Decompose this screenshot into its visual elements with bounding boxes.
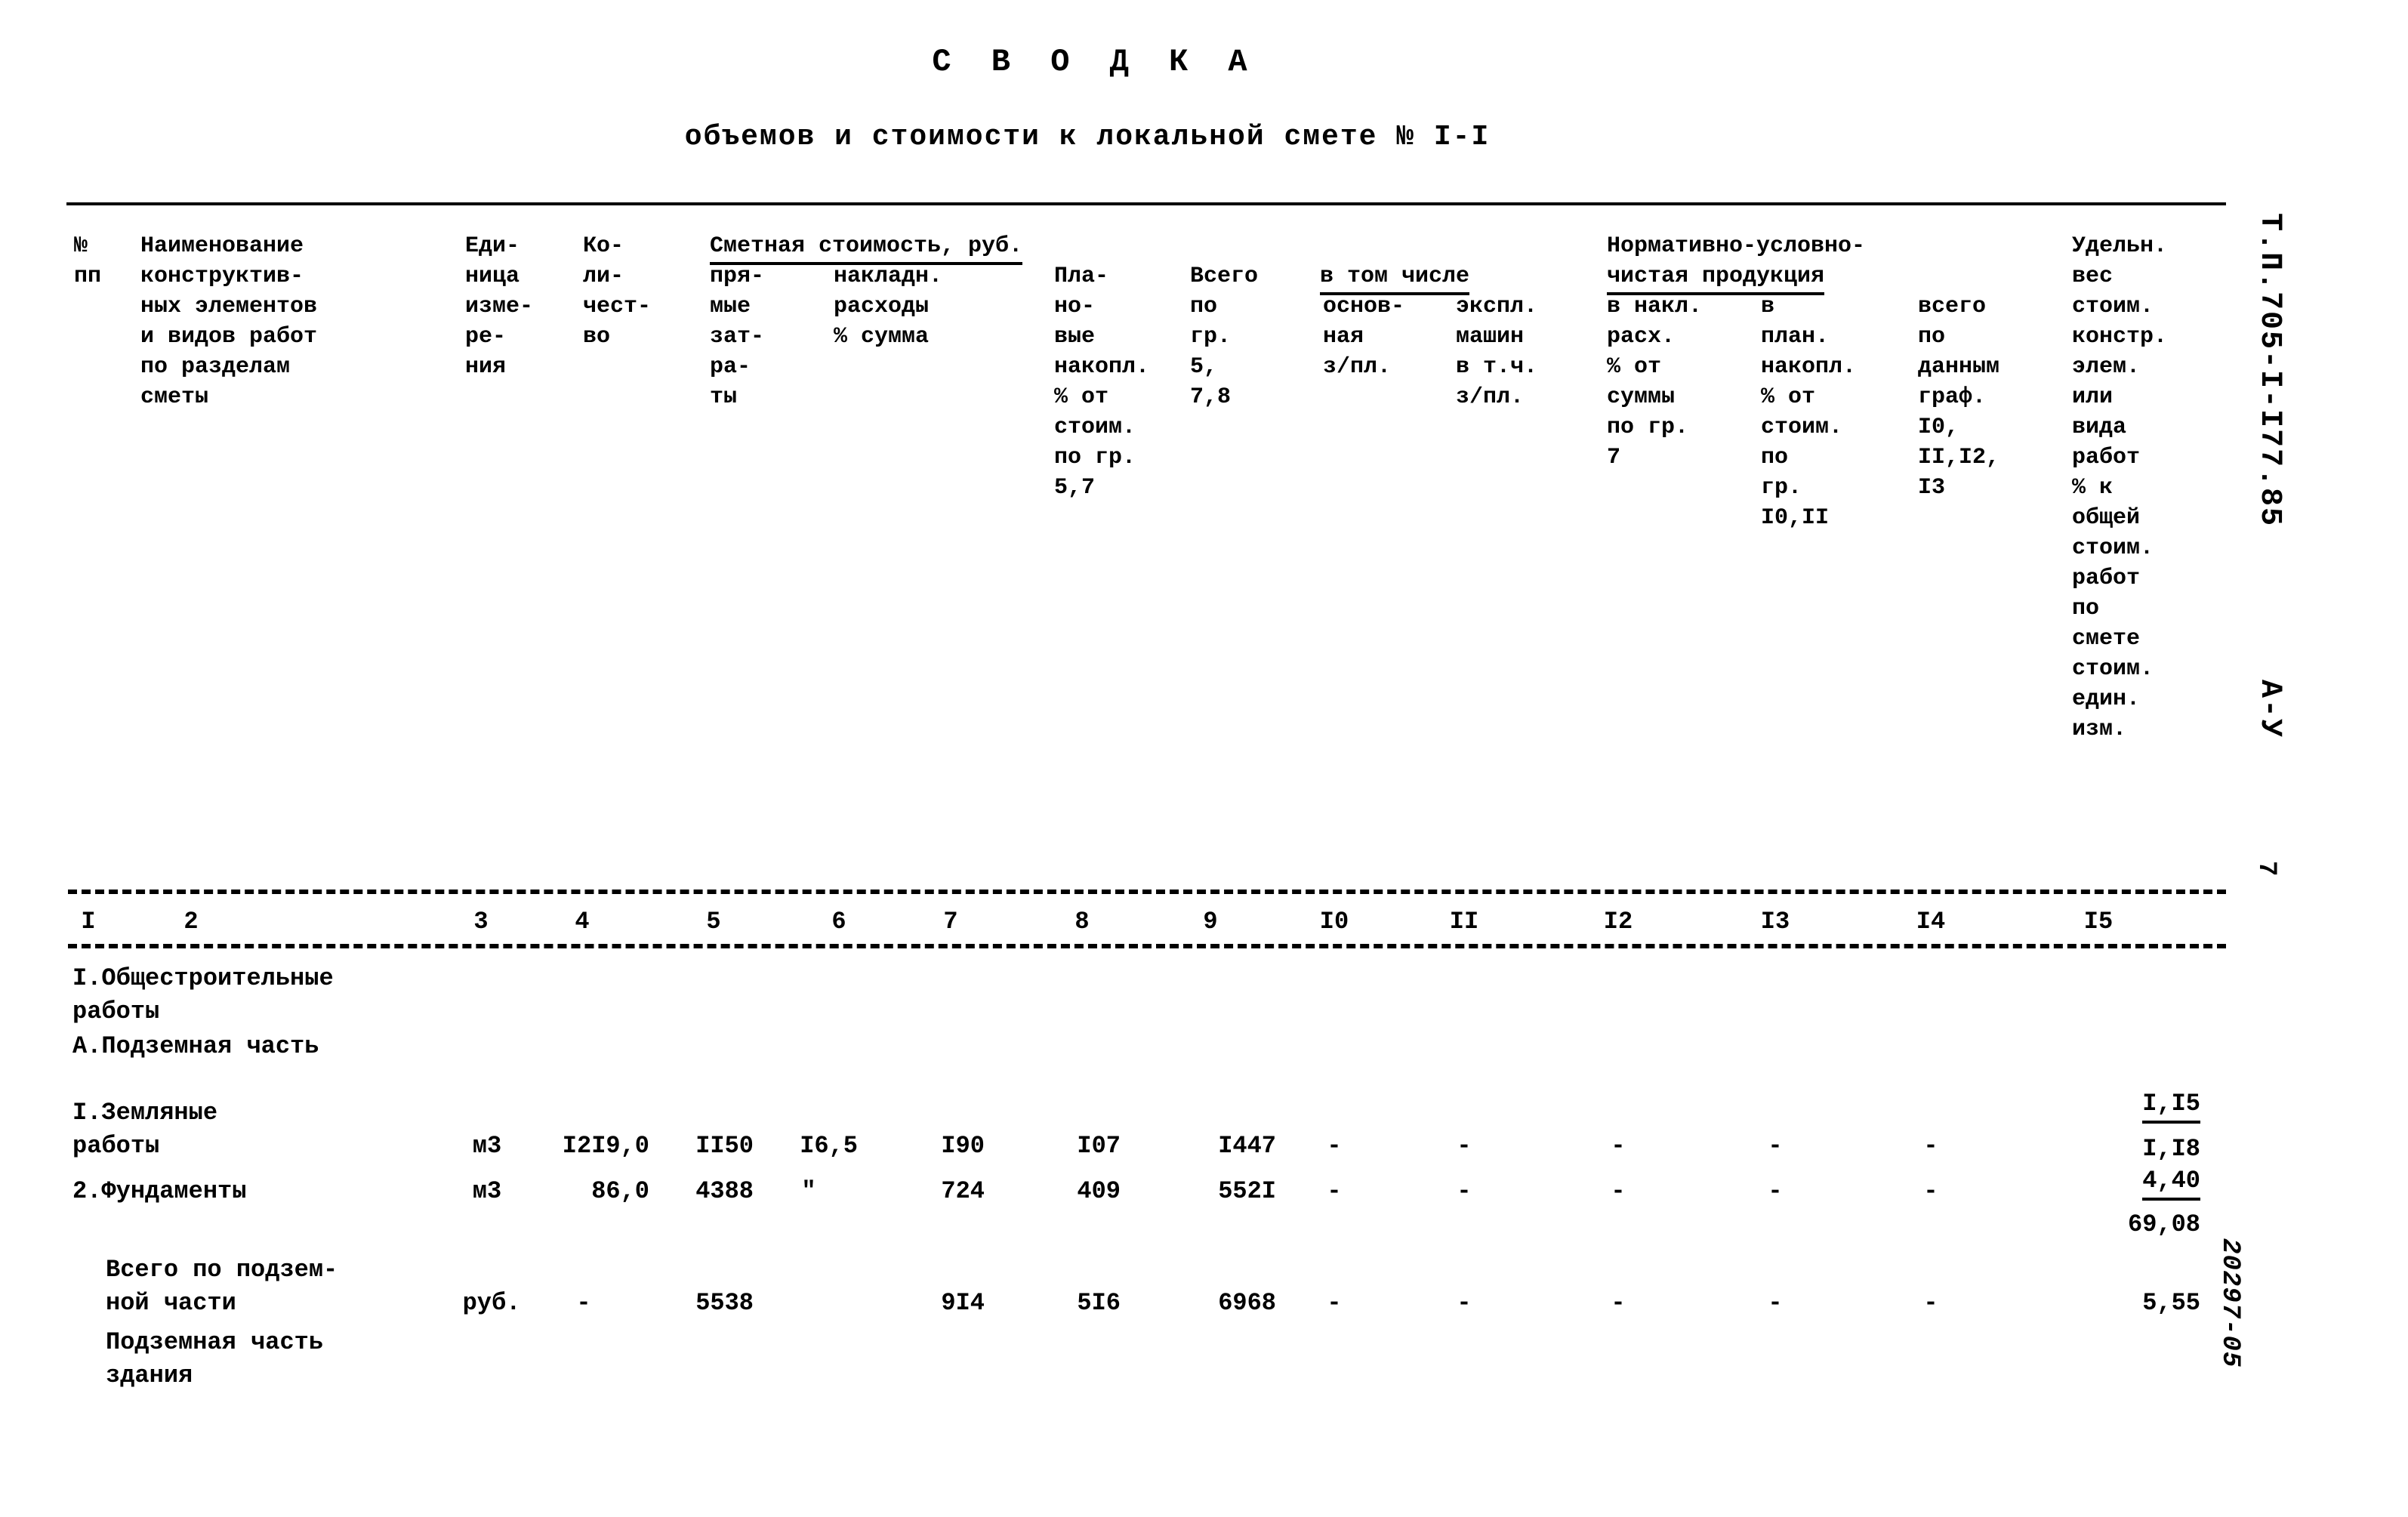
row-1-unit: м3 — [472, 1132, 502, 1160]
row-1-quantity: I2I9,0 — [562, 1132, 649, 1160]
row-2-nuchp-total: - — [1923, 1177, 1938, 1205]
row-3-nuchp-overhead: - — [1611, 1289, 1626, 1317]
table-row: Всего по подзем- ной части — [106, 1256, 338, 1317]
col-header-5-direct: пря- мые зат- ра- ты — [710, 264, 765, 410]
column-number-7: 7 — [943, 908, 958, 936]
col-header-1-number: № пп — [74, 233, 102, 289]
col-header-12-in-planned: в план. накопл. % от стоим. по гр. I0,II — [1761, 294, 1857, 531]
column-number-9: 9 — [1203, 908, 1218, 936]
row-2-total: 552I — [1218, 1177, 1276, 1205]
page-subtitle: объемов и стоимости к локальной смете № … — [684, 121, 1491, 153]
col-header-13-nuchp-total: всего по данным граф. I0, II,I2, I3 — [1918, 294, 2000, 501]
col-header-15-share: Удельн. вес стоим. констр. элем. или вид… — [2072, 233, 2168, 742]
row-3-planned-savings: 5I6 — [1077, 1289, 1121, 1317]
side-page-number: 7 — [2252, 861, 2280, 877]
row-3-nuchp-planned: - — [1768, 1289, 1783, 1317]
column-number-8: 8 — [1075, 908, 1090, 936]
table-row: I.Земляные работы — [72, 1099, 218, 1160]
footer-note: Подземная часть здания — [106, 1328, 324, 1389]
row-1-overhead-percent: I6,5 — [800, 1132, 858, 1160]
col-header-8-total: Всего по гр. 5, 7,8 — [1190, 264, 1259, 410]
row-1-share-bottom: I,I8 — [2142, 1135, 2200, 1163]
side-document-code: Т.П.705-I-I77.85 — [2252, 213, 2286, 528]
row-3-total: 6968 — [1218, 1289, 1276, 1317]
side-archive-stamp: 20297-05 — [2215, 1238, 2244, 1368]
row-1-basic-wage: - — [1327, 1132, 1342, 1160]
row-3-overhead-sum: 9I4 — [941, 1289, 985, 1317]
group-header-estimate-cost: Сметная стоимость, руб. — [710, 231, 1023, 265]
row-1-planned-savings: I07 — [1077, 1132, 1121, 1160]
row-2-share-bottom: 69,08 — [2127, 1210, 2200, 1238]
column-number-4: 4 — [575, 908, 590, 936]
group-header-including: в том числе — [1320, 261, 1470, 295]
column-number-1: I — [81, 908, 96, 936]
row-1-machines: - — [1457, 1132, 1472, 1160]
column-number-11: II — [1449, 908, 1479, 936]
row-1-nuchp-overhead: - — [1611, 1132, 1626, 1160]
row-2-nuchp-planned: - — [1768, 1177, 1783, 1205]
column-number-13: I3 — [1760, 908, 1790, 936]
column-number-10: I0 — [1319, 908, 1349, 936]
section-heading-underground-part: А.Подземная часть — [72, 1032, 319, 1060]
column-number-bottom-dashrule — [68, 944, 2226, 948]
row-1-nuchp-planned: - — [1768, 1132, 1783, 1160]
row-2-direct-cost: 4388 — [695, 1177, 754, 1205]
row-2-planned-savings: 409 — [1077, 1177, 1121, 1205]
column-number-2: 2 — [183, 908, 199, 936]
row-3-unit: руб. — [462, 1289, 521, 1317]
row-2-share-top-value: 4,40 — [2142, 1164, 2200, 1201]
column-number-14: I4 — [1916, 908, 1946, 936]
row-2-nuchp-overhead: - — [1611, 1177, 1626, 1205]
row-1-share-top-value: I,I5 — [2142, 1087, 2200, 1124]
side-sheet-mark: А-У — [2252, 680, 2286, 739]
row-2-quantity: 86,0 — [591, 1177, 649, 1205]
section-heading-general-works: I.Общестроительные работы — [72, 964, 334, 1025]
group-header-nuchp-line2: чистая продукция — [1607, 261, 1825, 295]
row-3-basic-wage: - — [1327, 1289, 1342, 1317]
col-header-9-basic-wage: основ- ная з/пл. — [1323, 294, 1405, 380]
row-2-unit: м3 — [472, 1177, 502, 1205]
document-page: С В О Д К А объемов и стоимости к локаль… — [0, 0, 2408, 1517]
row-3-machines: - — [1457, 1289, 1472, 1317]
group-header-nuchp-line1: Нормативно-условно- — [1607, 233, 1866, 259]
column-number-5: 5 — [706, 908, 721, 936]
col-header-6-overhead: накладн. расходы % сумма — [834, 264, 943, 350]
col-header-3-unit: Еди- ница изме- ре- ния — [465, 233, 534, 380]
row-3-share-bottom: 5,55 — [2142, 1289, 2200, 1317]
col-header-2-name: Наименование конструктив- ных элементов … — [140, 233, 318, 410]
col-header-10-machines: экспл. машин в т.ч. з/пл. — [1456, 294, 1538, 410]
row-1-overhead-sum: I90 — [941, 1132, 985, 1160]
row-1-share-top: I,I5 — [2072, 1087, 2200, 1124]
column-number-15: I5 — [2083, 908, 2114, 936]
column-number-top-dashrule — [68, 890, 2226, 894]
page-title: С В О Д К А — [932, 44, 1258, 80]
row-3-direct-cost: 5538 — [695, 1289, 754, 1317]
row-3-quantity: - — [576, 1289, 591, 1317]
table-top-rule — [66, 202, 2226, 205]
row-2-basic-wage: - — [1327, 1177, 1342, 1205]
row-1-direct-cost: II50 — [695, 1132, 754, 1160]
column-number-6: 6 — [831, 908, 846, 936]
row-2-share-top: 4,40 — [2072, 1164, 2200, 1201]
table-row: 2.Фундаменты — [72, 1177, 247, 1205]
row-2-overhead-sum: 724 — [941, 1177, 985, 1205]
row-3-nuchp-total: - — [1923, 1289, 1938, 1317]
row-2-overhead-percent: " — [801, 1177, 816, 1205]
col-header-4-quantity: Ко- ли- чест- во — [583, 233, 652, 350]
row-1-total: I447 — [1218, 1132, 1276, 1160]
column-number-12: I2 — [1603, 908, 1633, 936]
row-1-nuchp-total: - — [1923, 1132, 1938, 1160]
col-header-11-in-overhead: в накл. расх. % от суммы по гр. 7 — [1607, 294, 1703, 470]
row-2-machines: - — [1457, 1177, 1472, 1205]
col-header-7-planned: Пла- но- вые накопл. % от стоим. по гр. … — [1054, 264, 1150, 501]
column-number-3: 3 — [473, 908, 489, 936]
